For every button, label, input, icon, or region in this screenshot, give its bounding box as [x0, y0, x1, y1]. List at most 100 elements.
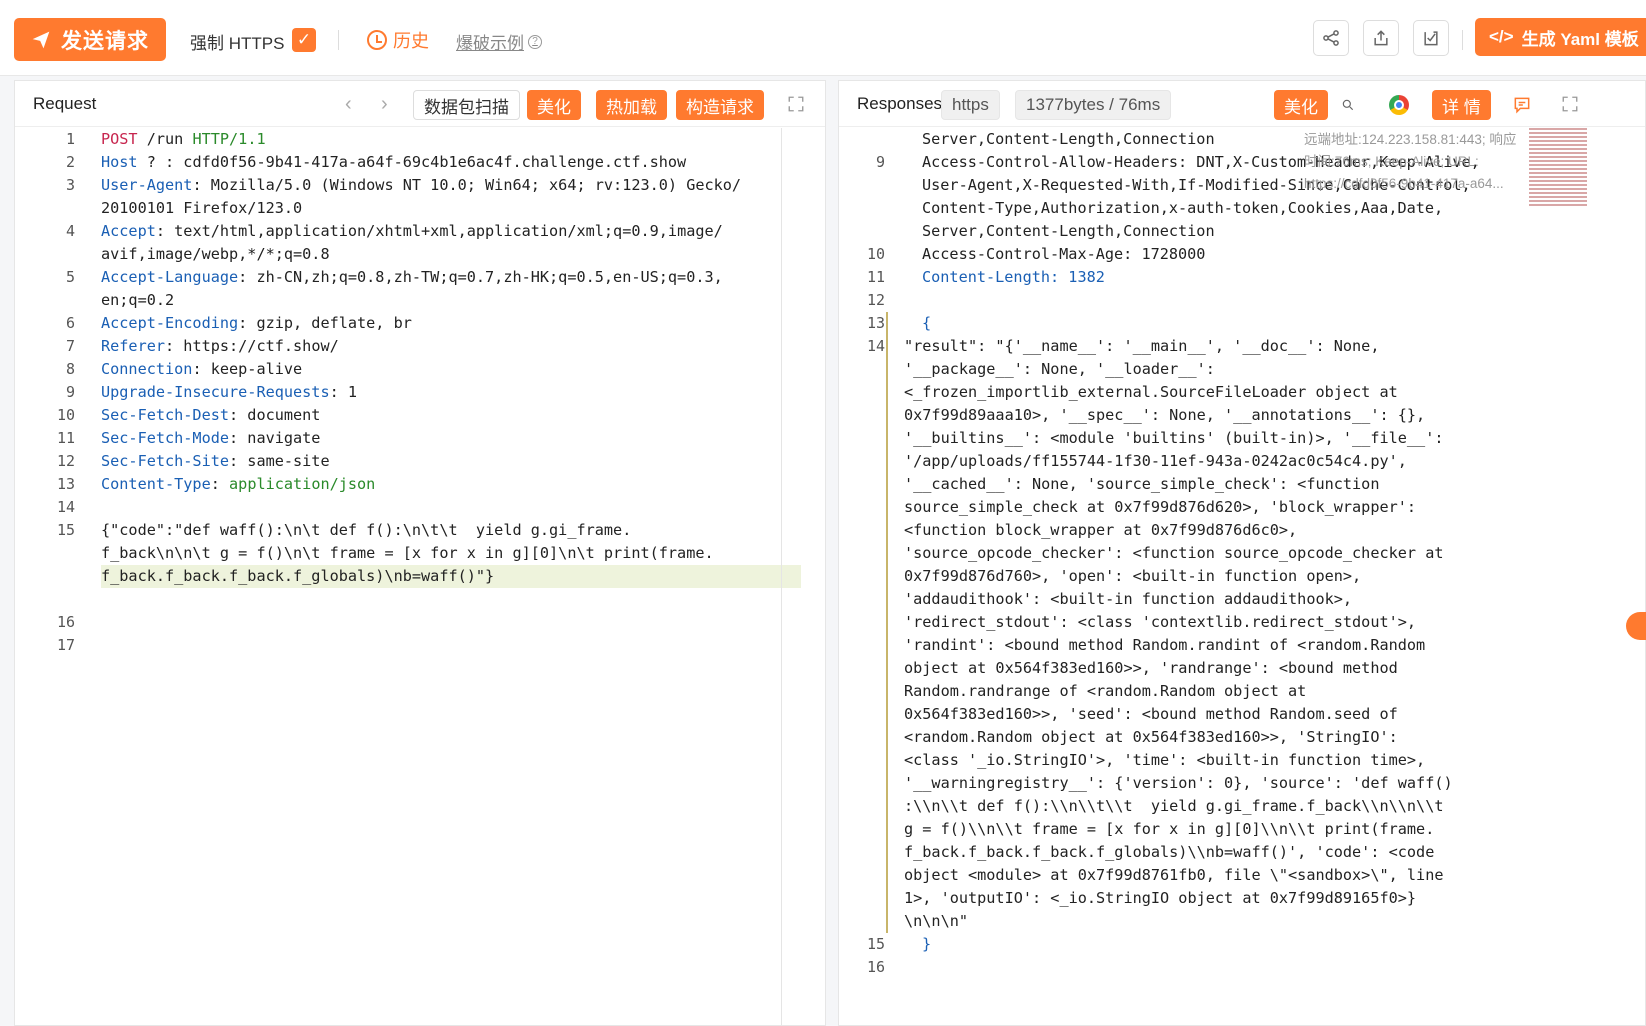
response-line[interactable]: 0x7f99d876d760>, 'open': <built-in funct…: [839, 565, 1645, 588]
response-line[interactable]: object at 0x564f383ed160>>, 'randrange':…: [839, 657, 1645, 680]
response-minimap[interactable]: [1529, 128, 1587, 208]
request-line[interactable]: 8 Connection: keep-alive: [15, 358, 825, 381]
line-number: 6: [65, 314, 75, 332]
response-line[interactable]: 'redirect_stdout': <class 'contextlib.re…: [839, 611, 1645, 634]
generate-yaml-button[interactable]: </> 生成 Yaml 模板: [1475, 18, 1646, 56]
response-line[interactable]: 9 Access-Control-Allow-Headers: DNT,X-Cus…: [839, 151, 1645, 174]
share-button[interactable]: [1313, 20, 1349, 56]
response-line[interactable]: 0x564f383ed160>>, 'seed': <bound method …: [839, 703, 1645, 726]
response-line[interactable]: 'source_opcode_checker': <function sourc…: [839, 542, 1645, 565]
open-in-browser-button[interactable]: [1379, 90, 1419, 120]
code-text: Upgrade-Insecure-Requests: 1: [101, 383, 358, 401]
response-line[interactable]: 15}: [839, 933, 1645, 956]
response-beautify-button[interactable]: 美化: [1274, 90, 1328, 120]
fullscreen-icon[interactable]: [1561, 95, 1579, 113]
chevron-left-icon[interactable]: ‹: [345, 93, 352, 116]
code-brackets-icon: </>: [1489, 27, 1514, 46]
force-https-checkbox[interactable]: ✓: [292, 28, 316, 52]
search-button[interactable]: [1331, 90, 1365, 120]
response-line[interactable]: <_frozen_importlib_external.SourceFileLo…: [839, 381, 1645, 404]
response-line[interactable]: '__warningregistry__': {'version': 0}, '…: [839, 772, 1645, 795]
response-line[interactable]: 10 Access-Control-Max-Age: 1728000: [839, 243, 1645, 266]
response-line[interactable]: Content-Type,Authorization,x-auth-token,…: [839, 197, 1645, 220]
toolbar-divider: [1462, 30, 1463, 50]
response-line[interactable]: 12: [839, 289, 1645, 312]
response-line[interactable]: 16: [839, 956, 1645, 979]
packet-scan-button[interactable]: 数据包扫描: [413, 90, 520, 120]
request-line[interactable]: 13 Content-Type: application/json: [15, 473, 825, 496]
export-button[interactable]: [1363, 20, 1399, 56]
build-request-button[interactable]: 构造请求: [676, 90, 764, 120]
response-line[interactable]: 1>, 'outputIO': <_io.StringIO object at …: [839, 887, 1645, 910]
code-text: Random.randrange of <random.Random objec…: [904, 682, 1316, 700]
response-line[interactable]: object <module> at 0x7f99d8761fb0, file …: [839, 864, 1645, 887]
request-line[interactable]: 10 Sec-Fetch-Dest: document: [15, 404, 825, 427]
request-beautify-button[interactable]: 美化: [527, 90, 581, 120]
request-line[interactable]: 4 Accept: text/html,application/xhtml+xml…: [15, 220, 825, 243]
brute-example-link[interactable]: 爆破示例 ?: [456, 29, 542, 54]
response-line[interactable]: '/app/uploads/ff155744-1f30-11ef-943a-02…: [839, 450, 1645, 473]
code-text: Accept-Encoding: gzip, deflate, br: [101, 314, 412, 332]
response-line[interactable]: 'randint': <bound method Random.randint …: [839, 634, 1645, 657]
fullscreen-icon[interactable]: [787, 95, 805, 113]
request-line[interactable]: f_back.f_back.f_back.f_globals)\nb=waff(…: [15, 565, 825, 588]
request-line[interactable]: 12 Sec-Fetch-Site: same-site: [15, 450, 825, 473]
request-line[interactable]: en;q=0.2: [15, 289, 825, 312]
chevron-right-icon[interactable]: ›: [381, 93, 388, 116]
request-line[interactable]: 6 Accept-Encoding: gzip, deflate, br: [15, 312, 825, 335]
code-text: g = f()\\n\\t frame = [x for x in g][0]\…: [904, 820, 1435, 838]
response-line[interactable]: '__builtins__': <module 'builtins' (buil…: [839, 427, 1645, 450]
request-line[interactable]: 11 Sec-Fetch-Mode: navigate: [15, 427, 825, 450]
hotload-button[interactable]: 热加载: [596, 90, 667, 120]
response-line[interactable]: Server,Content-Length,Connection: [839, 128, 1645, 151]
response-line[interactable]: '__package__': None, '__loader__':: [839, 358, 1645, 381]
response-line[interactable]: 0x7f99d89aaa10>, '__spec__': None, '__an…: [839, 404, 1645, 427]
comment-button[interactable]: [1502, 90, 1542, 120]
response-editor[interactable]: Server,Content-Length,Connection 9 Access-…: [839, 128, 1645, 1025]
response-line[interactable]: :\\n\\t def f():\\n\\t\\t yield g.gi_fra…: [839, 795, 1645, 818]
response-line[interactable]: 13 {: [839, 312, 1645, 335]
request-line[interactable]: avif,image/webp,*/*;q=0.8: [15, 243, 825, 266]
history-button[interactable]: 历史: [367, 27, 429, 53]
request-line[interactable]: 17: [15, 634, 825, 657]
response-line[interactable]: <function block_wrapper at 0x7f99d876d6c…: [839, 519, 1645, 542]
mascot-icon[interactable]: [1626, 612, 1646, 640]
response-line[interactable]: Server,Content-Length,Connection: [839, 220, 1645, 243]
send-request-button[interactable]: 发送请求: [14, 18, 166, 61]
request-line[interactable]: 7 Referer: https://ctf.show/: [15, 335, 825, 358]
response-line[interactable]: 11 Content-Length: 1382: [839, 266, 1645, 289]
response-line[interactable]: <random.Random object at 0x564f383ed160>…: [839, 726, 1645, 749]
response-line[interactable]: \n\n\n": [839, 910, 1645, 933]
request-line[interactable]: 15 {"code":"def waff():\n\t def f():\n\t\…: [15, 519, 825, 542]
response-line[interactable]: g = f()\\n\\t frame = [x for x in g][0]\…: [839, 818, 1645, 841]
chrome-icon: [1389, 95, 1409, 115]
request-editor-scrollbar[interactable]: [781, 128, 782, 1026]
response-line[interactable]: f_back.f_back.f_back.f_globals)\\nb=waff…: [839, 841, 1645, 864]
code-text: <random.Random object at 0x564f383ed160>…: [904, 728, 1407, 746]
response-detail-button[interactable]: 详 情: [1432, 90, 1491, 120]
line-number: 13: [866, 314, 885, 332]
code-text: source_simple_check at 0x7f99d876d620>, …: [904, 498, 1426, 516]
request-line[interactable]: f_back\n\n\t g = f()\n\t frame = [x for …: [15, 542, 825, 565]
request-line[interactable]: 9 Upgrade-Insecure-Requests: 1: [15, 381, 825, 404]
response-line[interactable]: "result": "{'__name__': '__main__', '__d…: [839, 335, 1645, 358]
request-line[interactable]: 16: [15, 611, 825, 634]
request-line[interactable]: 3 User-Agent: Mozilla/5.0 (Windows NT 10.…: [15, 174, 825, 197]
response-line[interactable]: '__cached__': None, 'source_simple_check…: [839, 473, 1645, 496]
response-line[interactable]: Random.randrange of <random.Random objec…: [839, 680, 1645, 703]
response-line[interactable]: source_simple_check at 0x7f99d876d620>, …: [839, 496, 1645, 519]
response-line[interactable]: User-Agent,X-Requested-With,If-Modified-…: [839, 174, 1645, 197]
response-line[interactable]: 'addaudithook': <built-in function addau…: [839, 588, 1645, 611]
request-panel-header: Request ‹ › 数据包扫描 美化 热加载 构造请求: [15, 81, 825, 127]
request-editor[interactable]: 1 POST /run HTTP/1.1 2 Host ? : cdfd0f56-9b…: [15, 128, 825, 1025]
request-line[interactable]: 5 Accept-Language: zh-CN,zh;q=0.8,zh-TW;q…: [15, 266, 825, 289]
response-line[interactable]: <class '_io.StringIO'>, 'time': <built-i…: [839, 749, 1645, 772]
request-line[interactable]: 14: [15, 496, 825, 519]
request-line[interactable]: [15, 588, 825, 611]
help-icon[interactable]: ?: [528, 34, 542, 49]
request-line[interactable]: 2 Host ? : cdfd0f56-9b41-417a-a64f-69c4b1…: [15, 151, 825, 174]
request-line[interactable]: 1 POST /run HTTP/1.1: [15, 128, 825, 151]
request-line[interactable]: 20100101 Firefox/123.0: [15, 197, 825, 220]
code-text: '/app/uploads/ff155744-1f30-11ef-943a-02…: [904, 452, 1417, 470]
import-button[interactable]: [1413, 20, 1449, 56]
